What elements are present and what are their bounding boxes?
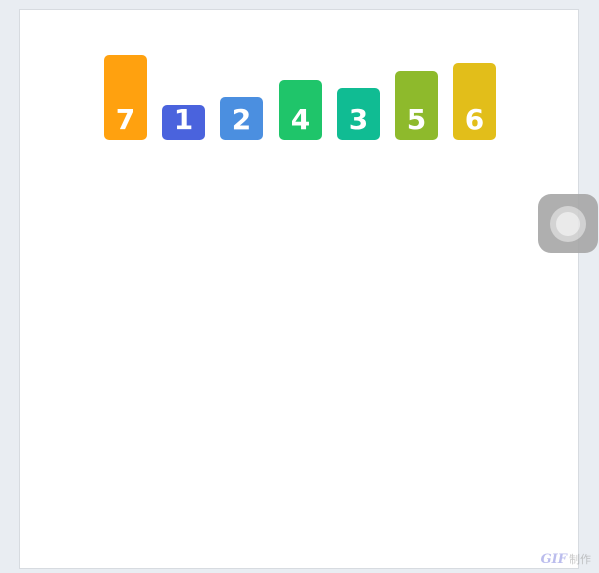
bar-label: 4 [290,103,311,136]
bar-7: 7 [104,55,147,140]
bar-4: 4 [279,80,322,140]
bar-label: 1 [173,103,194,136]
assistive-touch-icon [550,205,586,242]
assistive-touch-button[interactable] [538,194,598,253]
bar-2: 2 [220,97,263,140]
watermark-text: 制作 [569,553,591,566]
bar-label: 5 [406,103,427,136]
bar-3: 3 [337,88,380,140]
bar-label: 2 [231,103,252,136]
watermark-logo: GIF [540,551,567,567]
bar-row: 7 1 2 4 3 5 6 [20,10,578,568]
bar-6: 6 [453,63,496,140]
sort-canvas: 7 1 2 4 3 5 6 [19,9,579,569]
bar-1: 1 [162,105,205,140]
bar-5: 5 [395,71,438,140]
bar-label: 3 [348,103,369,136]
watermark: GIF 制作 [541,551,591,567]
bar-label: 7 [115,103,136,136]
bar-label: 6 [464,103,485,136]
